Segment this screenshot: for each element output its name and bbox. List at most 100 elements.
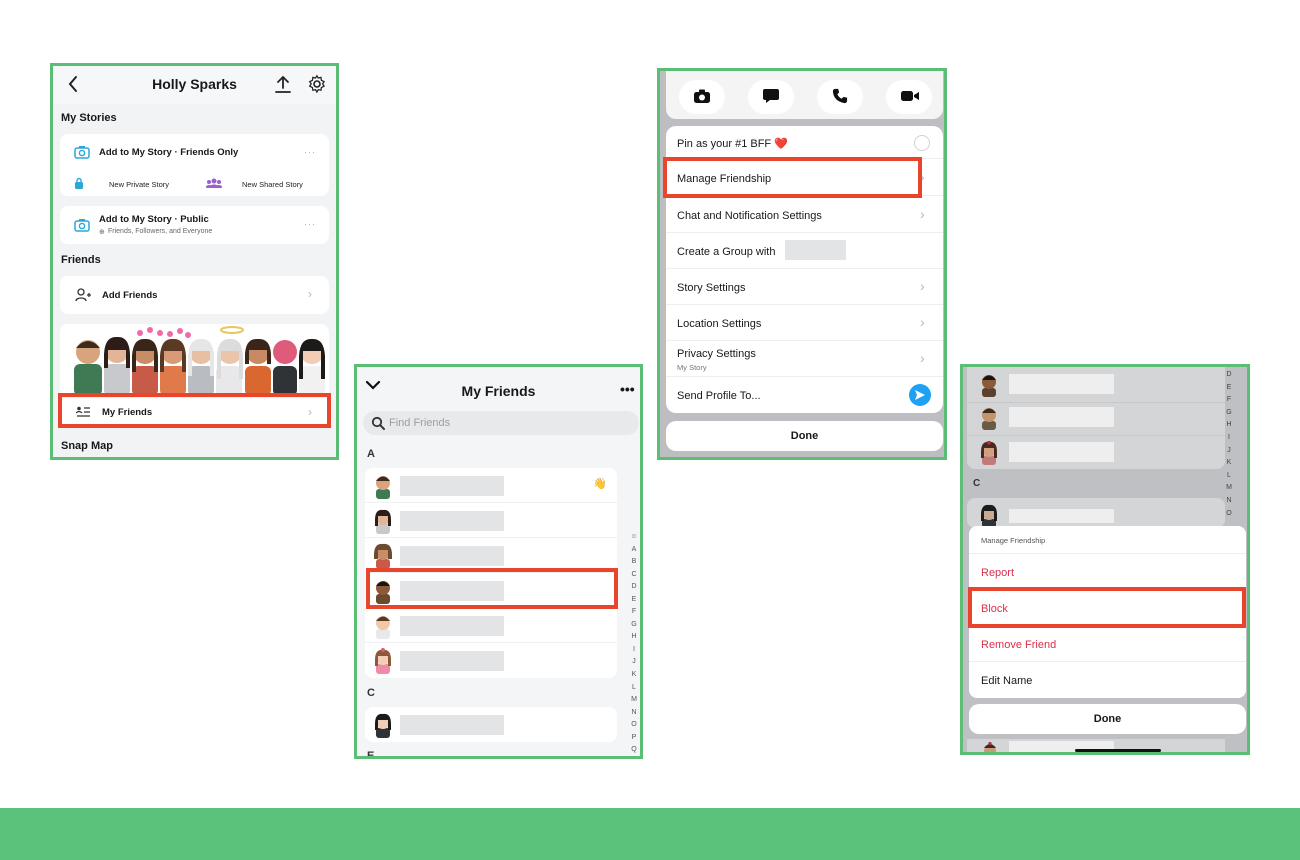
index-letter[interactable]: H — [629, 631, 639, 644]
new-shared-story-button[interactable]: New Shared Story — [242, 180, 303, 189]
index-letter[interactable]: L — [629, 682, 639, 695]
index-letter[interactable]: B — [629, 556, 639, 569]
alphabet-index[interactable]: D E F G H I J K L M N O — [1223, 369, 1235, 520]
block-row[interactable]: Block — [969, 590, 1246, 626]
report-button[interactable]: Report — [981, 567, 1014, 579]
send-button[interactable] — [909, 384, 931, 406]
more-options-icon[interactable]: ··· — [304, 219, 316, 229]
pin-bff-row[interactable]: Pin as your #1 BFF ❤️ — [666, 126, 943, 159]
my-friends-title: My Friends — [461, 383, 536, 399]
list-item[interactable]: 👋 — [365, 468, 617, 503]
index-letter[interactable]: L — [1223, 470, 1235, 483]
story-settings-row[interactable]: Story Settings › — [666, 269, 943, 305]
index-letter[interactable]: D — [1223, 369, 1235, 382]
wave-icon[interactable]: 👋 — [593, 477, 607, 490]
redacted-name — [400, 511, 504, 531]
add-to-story-friends-only[interactable]: Add to My Story · Friends Only — [99, 147, 238, 158]
chevron-right-icon: › — [308, 287, 312, 301]
manage-friendship-row[interactable]: Manage Friendship › — [666, 159, 943, 196]
video-call-button[interactable] — [886, 80, 932, 114]
index-letter[interactable]: I — [1223, 432, 1235, 445]
index-letter[interactable]: G — [1223, 407, 1235, 420]
send-profile-row[interactable]: Send Profile To... — [666, 377, 943, 413]
alphabet-index[interactable]: ☺ A B C D E F G H I J K L M N O P Q — [629, 531, 639, 756]
location-settings-row[interactable]: Location Settings › — [666, 305, 943, 341]
friends-bitmoji-strip — [60, 324, 329, 396]
index-letter[interactable]: N — [1223, 495, 1235, 508]
index-letter[interactable]: E — [629, 594, 639, 607]
index-letter[interactable]: P — [629, 732, 639, 745]
camera-button[interactable] — [679, 80, 725, 114]
index-letter[interactable]: O — [1223, 508, 1235, 521]
index-letter[interactable]: J — [629, 656, 639, 669]
index-letter[interactable]: I — [629, 644, 639, 657]
redacted-name — [400, 476, 504, 496]
send-arrow-icon — [915, 390, 925, 400]
bitmoji-avatar-icon — [376, 581, 390, 604]
chevron-right-icon: › — [920, 206, 925, 222]
done-button[interactable]: Done — [666, 421, 943, 451]
edit-name-button[interactable]: Edit Name — [981, 675, 1032, 687]
index-letter[interactable]: M — [629, 694, 639, 707]
chat-settings-row[interactable]: Chat and Notification Settings › — [666, 196, 943, 233]
gear-icon[interactable] — [307, 74, 327, 94]
edit-name-row[interactable]: Edit Name — [969, 662, 1246, 698]
share-icon[interactable] — [274, 74, 292, 94]
index-letter[interactable]: K — [1223, 457, 1235, 470]
list-item[interactable] — [365, 503, 617, 538]
index-letter[interactable]: E — [1223, 382, 1235, 395]
bitmoji-avatar-icon — [984, 742, 996, 752]
index-letter[interactable]: K — [629, 669, 639, 682]
chat-settings-label: Chat and Notification Settings — [677, 210, 822, 222]
manage-friendship-sheet: Manage Friendship Report Block Remove Fr… — [969, 526, 1246, 698]
my-friends-row[interactable]: My Friends › — [60, 398, 329, 427]
index-letter[interactable]: F — [629, 606, 639, 619]
index-letter[interactable]: N — [629, 707, 639, 720]
index-letter[interactable]: G — [629, 619, 639, 632]
index-letter[interactable]: O — [629, 719, 639, 732]
index-letter[interactable]: ☺ — [629, 531, 639, 544]
find-friends-search[interactable]: Find Friends — [363, 411, 639, 435]
list-item[interactable] — [365, 707, 617, 742]
add-friends-row[interactable]: Add Friends › — [60, 276, 329, 314]
list-item[interactable] — [365, 643, 617, 678]
manage-friendship-panel: C D E F G H I J K L M N O Manage Friends… — [960, 364, 1250, 755]
bitmoji-avatar-icon — [376, 476, 390, 499]
chat-button[interactable] — [748, 80, 794, 114]
more-options-icon[interactable]: ··· — [304, 147, 316, 157]
privacy-settings-row[interactable]: Privacy Settings My Story › — [666, 341, 943, 377]
list-item[interactable] — [365, 573, 617, 608]
more-menu-icon[interactable]: ••• — [620, 381, 635, 397]
remove-friend-row[interactable]: Remove Friend — [969, 626, 1246, 662]
index-letter[interactable]: Q — [629, 744, 639, 756]
bitmoji-avatar-icon — [981, 504, 997, 528]
index-letter[interactable]: D — [629, 581, 639, 594]
my-story-public-card[interactable]: Add to My Story · Public ⊕ Friends, Foll… — [60, 206, 329, 244]
list-item[interactable] — [365, 608, 617, 643]
location-settings-label: Location Settings — [677, 318, 762, 330]
index-letter[interactable]: F — [1223, 394, 1235, 407]
list-item[interactable] — [365, 538, 617, 573]
create-group-row[interactable]: Create a Group with — [666, 233, 943, 269]
index-letter[interactable]: C — [629, 569, 639, 582]
search-input[interactable]: Find Friends — [389, 417, 450, 429]
chevron-right-icon: › — [920, 314, 925, 330]
section-letter-e: E — [367, 750, 375, 759]
done-button[interactable]: Done — [969, 704, 1246, 734]
call-button[interactable] — [817, 80, 863, 114]
index-letter[interactable]: M — [1223, 482, 1235, 495]
index-letter[interactable]: J — [1223, 445, 1235, 458]
dimmed-friends-list-c — [967, 498, 1225, 528]
new-private-story-button[interactable]: New Private Story — [109, 180, 169, 189]
index-letter[interactable]: A — [629, 544, 639, 557]
pin-bff-radio[interactable] — [914, 135, 930, 151]
bitmoji-avatar-icon — [982, 375, 996, 397]
my-friends-header: My Friends ••• — [357, 367, 640, 407]
chat-icon — [763, 89, 779, 103]
block-button[interactable]: Block — [981, 603, 1008, 615]
remove-friend-button[interactable]: Remove Friend — [981, 639, 1056, 651]
index-letter[interactable]: H — [1223, 419, 1235, 432]
add-friends-label: Add Friends — [102, 290, 158, 301]
report-row[interactable]: Report — [969, 554, 1246, 590]
home-indicator — [1075, 749, 1161, 752]
